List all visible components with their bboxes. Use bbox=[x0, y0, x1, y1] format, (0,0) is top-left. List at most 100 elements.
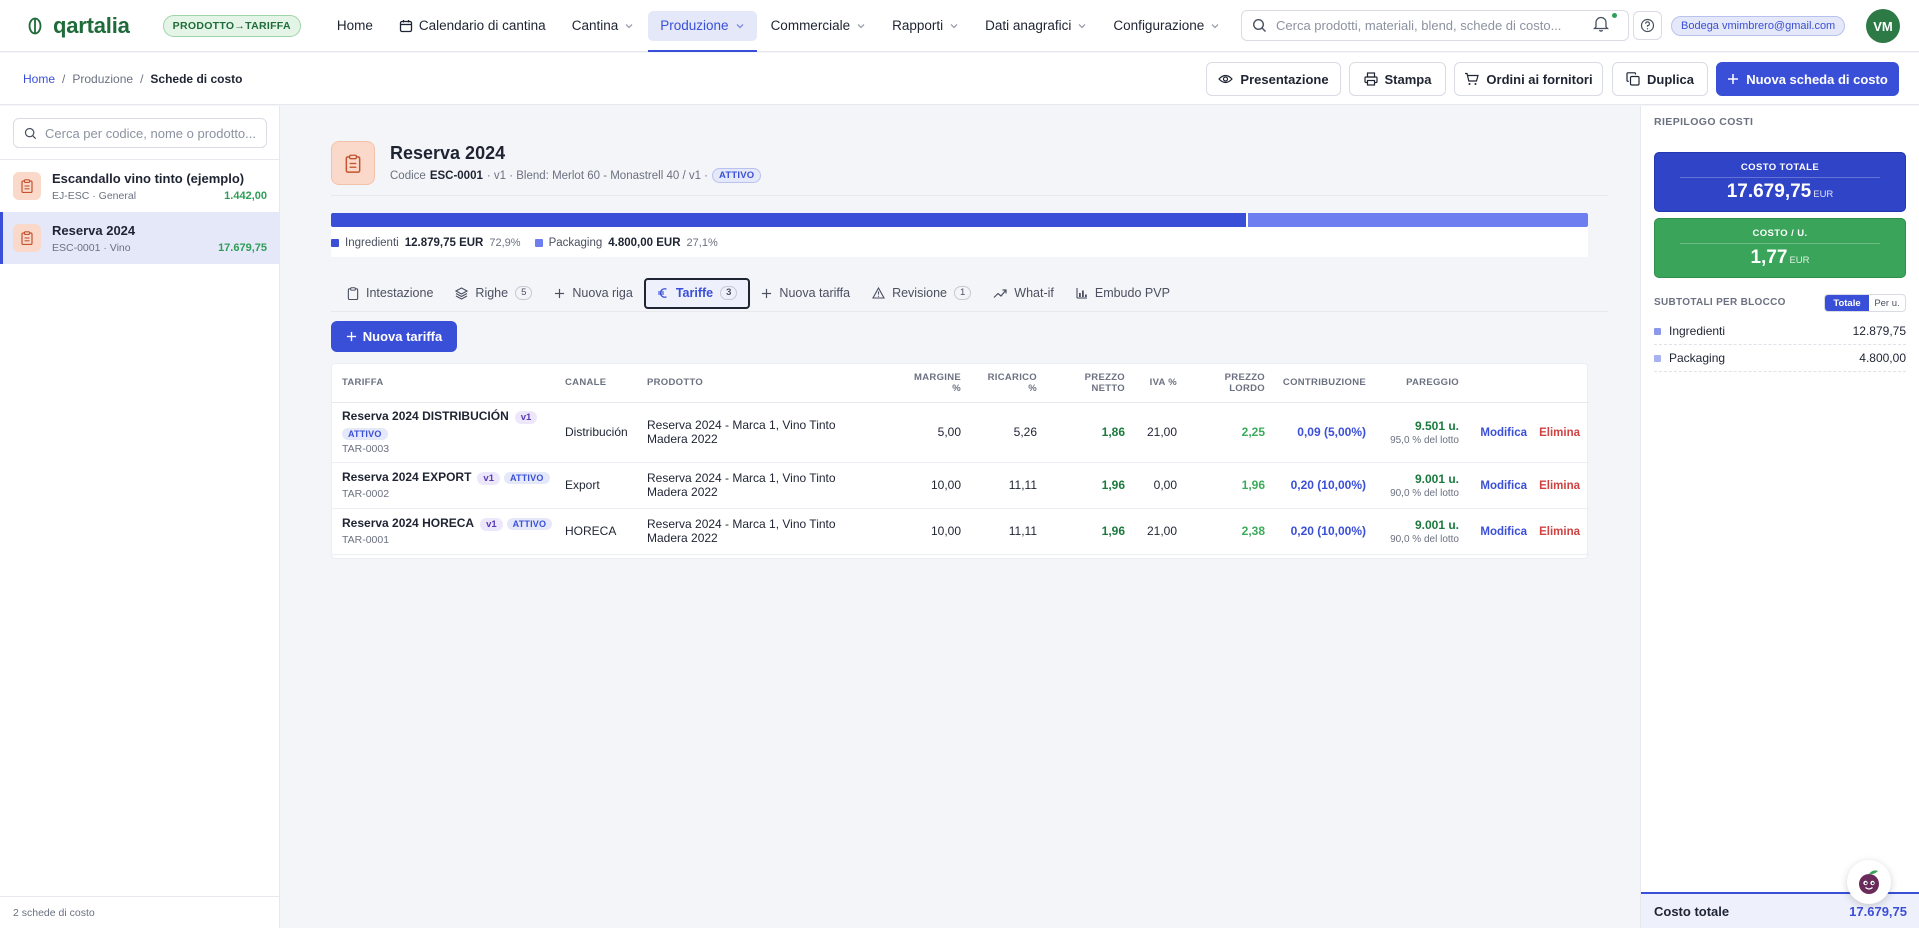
col-header-contribuzione[interactable]: CONTRIBUZIONE bbox=[1265, 364, 1366, 403]
table-row[interactable]: Reserva 2024 EXPORT v1 ATTIVO TAR-0002 Exp… bbox=[332, 462, 1589, 509]
modifica-link[interactable]: Modifica bbox=[1480, 480, 1527, 492]
col-header-canale[interactable]: CANALE bbox=[565, 364, 647, 403]
tab-nuova-riga[interactable]: Nuova riga bbox=[543, 278, 643, 309]
list-item[interactable]: Escandallo vino tinto (ejemplo) EJ-ESC ·… bbox=[0, 160, 280, 212]
tab-label: Embudo PVP bbox=[1094, 286, 1170, 300]
logo[interactable]: qartalia bbox=[27, 13, 130, 39]
cell-prezzo-netto: 1,96 bbox=[1037, 462, 1125, 509]
tab-count: 1 bbox=[953, 286, 972, 300]
tab-righe[interactable]: Righe 5 bbox=[444, 278, 543, 309]
nav-item-calendario[interactable]: Calendario di cantina bbox=[387, 11, 558, 41]
table-row[interactable]: Reserva 2024 HORECA v1 ATTIVO TAR-0001 HOR… bbox=[332, 508, 1589, 555]
version-badge: v1 bbox=[480, 518, 503, 531]
nav-item-commerciale[interactable]: Commerciale bbox=[759, 11, 879, 41]
nav-item-label: Cantina bbox=[571, 18, 619, 33]
duplica-button[interactable]: Duplica bbox=[1612, 62, 1708, 96]
col-header-tariffa[interactable]: TARIFFA bbox=[332, 364, 565, 403]
nuova-tariffa-label: Nuova tariffa bbox=[362, 329, 443, 344]
pareggio-percent: 90,0 % del lotto bbox=[1390, 533, 1459, 545]
nav-item-cantina[interactable]: Cantina bbox=[560, 11, 647, 41]
toggle-per-unita[interactable]: Per u. bbox=[1869, 295, 1905, 311]
cell-prezzo-netto: 1,96 bbox=[1037, 508, 1125, 555]
table-row[interactable]: Reserva 2024 DISTRIBUCIÓN v1 ATTIVO TAR-0… bbox=[332, 402, 1589, 463]
stampa-button[interactable]: Stampa bbox=[1349, 62, 1446, 96]
tab-tariffe[interactable]: Tariffe 3 bbox=[643, 277, 751, 309]
chevron-down-icon bbox=[624, 21, 634, 31]
tab-nuova-tariffa[interactable]: Nuova tariffa bbox=[750, 278, 861, 309]
block-label: Packaging bbox=[1669, 351, 1726, 365]
detail-tabs: Intestazione Righe 5 Nuova riga Tariffe … bbox=[331, 275, 1608, 312]
nav-item-label: Dati anagrafici bbox=[985, 18, 1072, 33]
nav-item-dati-anagrafici[interactable]: Dati anagrafici bbox=[973, 11, 1099, 41]
cost-sheet-list-panel: Escandallo vino tinto (ejemplo) EJ-ESC ·… bbox=[0, 106, 280, 928]
col-header-pareggio[interactable]: PAREGGIO bbox=[1366, 364, 1459, 403]
sheet-code: EJ-ESC · General bbox=[52, 190, 137, 202]
global-search-input[interactable] bbox=[1276, 18, 1628, 33]
cell-delete: Elimina bbox=[1527, 508, 1589, 555]
assistant-grape-button[interactable] bbox=[1847, 860, 1891, 904]
user-account-pill[interactable]: Bodega vmimbrero@gmail.com bbox=[1671, 16, 1846, 36]
sheet-name: Escandallo vino tinto (ejemplo) bbox=[52, 171, 245, 186]
sheet-search-input[interactable] bbox=[45, 125, 266, 141]
clipboard-icon bbox=[13, 172, 41, 200]
legend-percent: 72,9% bbox=[489, 237, 521, 249]
cell-tariffa: Reserva 2024 EXPORT v1 ATTIVO TAR-0002 bbox=[332, 462, 565, 509]
nuova-tariffa-button[interactable]: Nuova tariffa bbox=[331, 321, 457, 352]
sheet-total: 1.442,00 bbox=[224, 190, 267, 202]
col-header-margine[interactable]: MARGINE % bbox=[877, 364, 961, 403]
toggle-totale[interactable]: Totale bbox=[1825, 295, 1869, 311]
presentazione-button[interactable]: Presentazione bbox=[1206, 62, 1341, 96]
tab-embudo-pvp[interactable]: Embudo PVP bbox=[1065, 278, 1181, 309]
notification-dot bbox=[1612, 13, 1617, 18]
tab-count: 5 bbox=[515, 286, 533, 300]
subtotal-row-ingredienti: Ingredienti 12.879,75 bbox=[1654, 318, 1906, 345]
modifica-link[interactable]: Modifica bbox=[1480, 526, 1527, 538]
legend-value: 4.800,00 EUR bbox=[608, 237, 681, 249]
tab-intestazione[interactable]: Intestazione bbox=[336, 278, 444, 309]
tab-revisione[interactable]: Revisione 1 bbox=[861, 278, 982, 309]
nav-item-configurazione[interactable]: Configurazione bbox=[1101, 11, 1232, 41]
breadcrumb-home[interactable]: Home bbox=[23, 72, 55, 86]
summary-title: RIEPILOGO COSTI bbox=[1654, 116, 1754, 128]
nav-item-rapporti[interactable]: Rapporti bbox=[880, 11, 971, 41]
list-item-selected[interactable]: Reserva 2024 ESC-0001 · Vino 17.679,75 bbox=[0, 212, 280, 264]
plus-icon bbox=[761, 288, 772, 299]
col-header-prezzo-netto[interactable]: PREZZO NETTO bbox=[1037, 364, 1125, 403]
breadcrumb-section[interactable]: Produzione bbox=[72, 72, 133, 86]
ordini-fornitori-button[interactable]: Ordini ai fornitori bbox=[1454, 62, 1603, 96]
modifica-link[interactable]: Modifica bbox=[1480, 427, 1527, 439]
col-header-prodotto[interactable]: PRODOTTO bbox=[647, 364, 877, 403]
cell-contribuzione: 0,20 (10,00%) bbox=[1265, 508, 1366, 555]
col-header-ricarico[interactable]: RICARICO % bbox=[961, 364, 1037, 403]
sheet-meta: Codice ESC-0001 · v1 · Blend: Merlot 60 … bbox=[390, 168, 762, 183]
tab-what-if[interactable]: What-if bbox=[982, 278, 1065, 309]
cell-tariffa: Reserva 2024 DISTRIBUCIÓN v1 ATTIVO TAR-0… bbox=[332, 402, 565, 463]
col-header-prezzo-lordo[interactable]: PREZZO LORDO bbox=[1177, 364, 1265, 403]
subtotals-toggle: Totale Per u. bbox=[1824, 294, 1906, 312]
bell-icon[interactable] bbox=[1593, 15, 1609, 32]
avatar[interactable]: VM bbox=[1866, 9, 1900, 43]
elimina-link[interactable]: Elimina bbox=[1539, 480, 1580, 492]
tariffa-name: Reserva 2024 DISTRIBUCIÓN bbox=[342, 409, 509, 423]
legend-swatch bbox=[534, 239, 543, 247]
warning-icon bbox=[872, 287, 886, 299]
nuova-scheda-button[interactable]: Nuova scheda di costo bbox=[1716, 62, 1899, 96]
col-header-iva[interactable]: IVA % bbox=[1125, 364, 1177, 403]
tab-label: Righe bbox=[475, 286, 509, 300]
breadcrumb-separator: / bbox=[140, 72, 144, 86]
total-cost-unit: EUR bbox=[1813, 189, 1834, 200]
search-icon bbox=[24, 127, 37, 140]
col-header-delete bbox=[1527, 364, 1589, 403]
subtotals-heading: SUBTOTALI PER BLOCCO bbox=[1654, 297, 1786, 308]
chevron-down-icon bbox=[949, 21, 959, 31]
help-button[interactable] bbox=[1633, 11, 1662, 40]
elimina-link[interactable]: Elimina bbox=[1539, 427, 1580, 439]
nav-item-home[interactable]: Home bbox=[325, 11, 385, 41]
cell-prezzo-lordo: 1,96 bbox=[1177, 462, 1265, 509]
tariffe-table-card: TARIFFA CANALE PRODOTTO MARGINE % RICARI… bbox=[331, 363, 1589, 559]
euro-icon bbox=[657, 287, 669, 299]
page-title: Reserva 2024 bbox=[390, 143, 506, 163]
layers-icon bbox=[455, 286, 469, 300]
elimina-link[interactable]: Elimina bbox=[1539, 526, 1580, 538]
nav-item-produzione[interactable]: Produzione bbox=[648, 10, 757, 52]
